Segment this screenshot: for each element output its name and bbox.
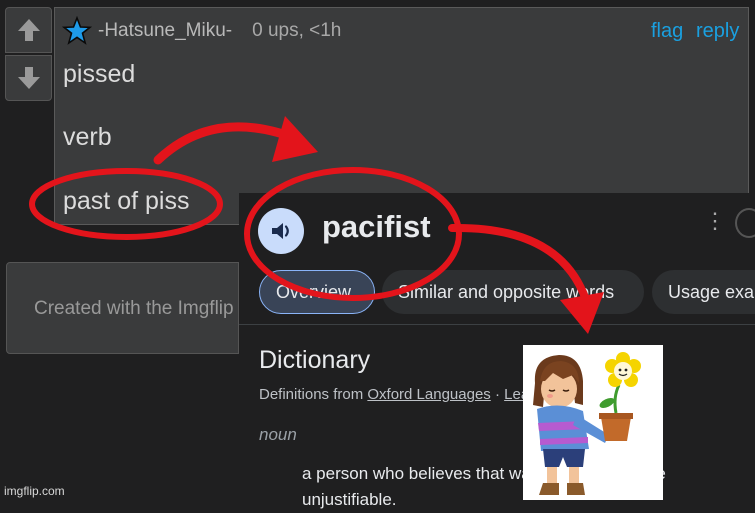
source-separator: · bbox=[490, 386, 505, 403]
source-link[interactable]: Oxford Languages bbox=[367, 386, 490, 403]
comment-header: -Hatsune_Miku- 0 ups, <1h bbox=[62, 14, 341, 48]
comment-username[interactable]: -Hatsune_Miku- bbox=[98, 20, 232, 42]
comment-meta: 0 ups, <1h bbox=[252, 20, 342, 41]
upvote-arrow-icon bbox=[17, 19, 40, 41]
pronunciation-button[interactable] bbox=[258, 208, 304, 254]
tab-usage-examples[interactable]: Usage examples bbox=[652, 270, 755, 314]
tab-overview[interactable]: Overview bbox=[259, 270, 375, 314]
dictionary-word: pacifist bbox=[322, 209, 431, 244]
character-illustration bbox=[523, 345, 663, 500]
star-icon bbox=[62, 16, 92, 45]
part-of-speech: noun bbox=[259, 425, 297, 444]
flag-link[interactable]: flag bbox=[651, 20, 683, 43]
tab-similar-words[interactable]: Similar and opposite words bbox=[382, 270, 644, 314]
speaker-icon bbox=[272, 223, 289, 239]
upvote-button[interactable] bbox=[5, 7, 52, 53]
vote-column bbox=[5, 7, 52, 103]
comment-line-word: pissed bbox=[63, 60, 136, 88]
downvote-arrow-icon bbox=[17, 67, 40, 89]
dictionary-heading: Dictionary bbox=[259, 346, 371, 374]
frisk-flowey-drawing bbox=[533, 352, 641, 495]
downvote-button[interactable] bbox=[5, 55, 52, 101]
imgflip-watermark: imgflip.com bbox=[4, 484, 65, 498]
more-vert-icon[interactable]: ⋮ bbox=[704, 208, 726, 234]
comment-line-definition: past of piss bbox=[63, 187, 190, 215]
comment-line-part-of-speech: verb bbox=[63, 123, 112, 151]
source-prefix: Definitions from bbox=[259, 386, 368, 403]
divider bbox=[239, 324, 755, 325]
reply-link[interactable]: reply bbox=[696, 20, 739, 43]
imgflip-notice-text: Created with the Imgflip Meme Generator bbox=[34, 298, 239, 319]
